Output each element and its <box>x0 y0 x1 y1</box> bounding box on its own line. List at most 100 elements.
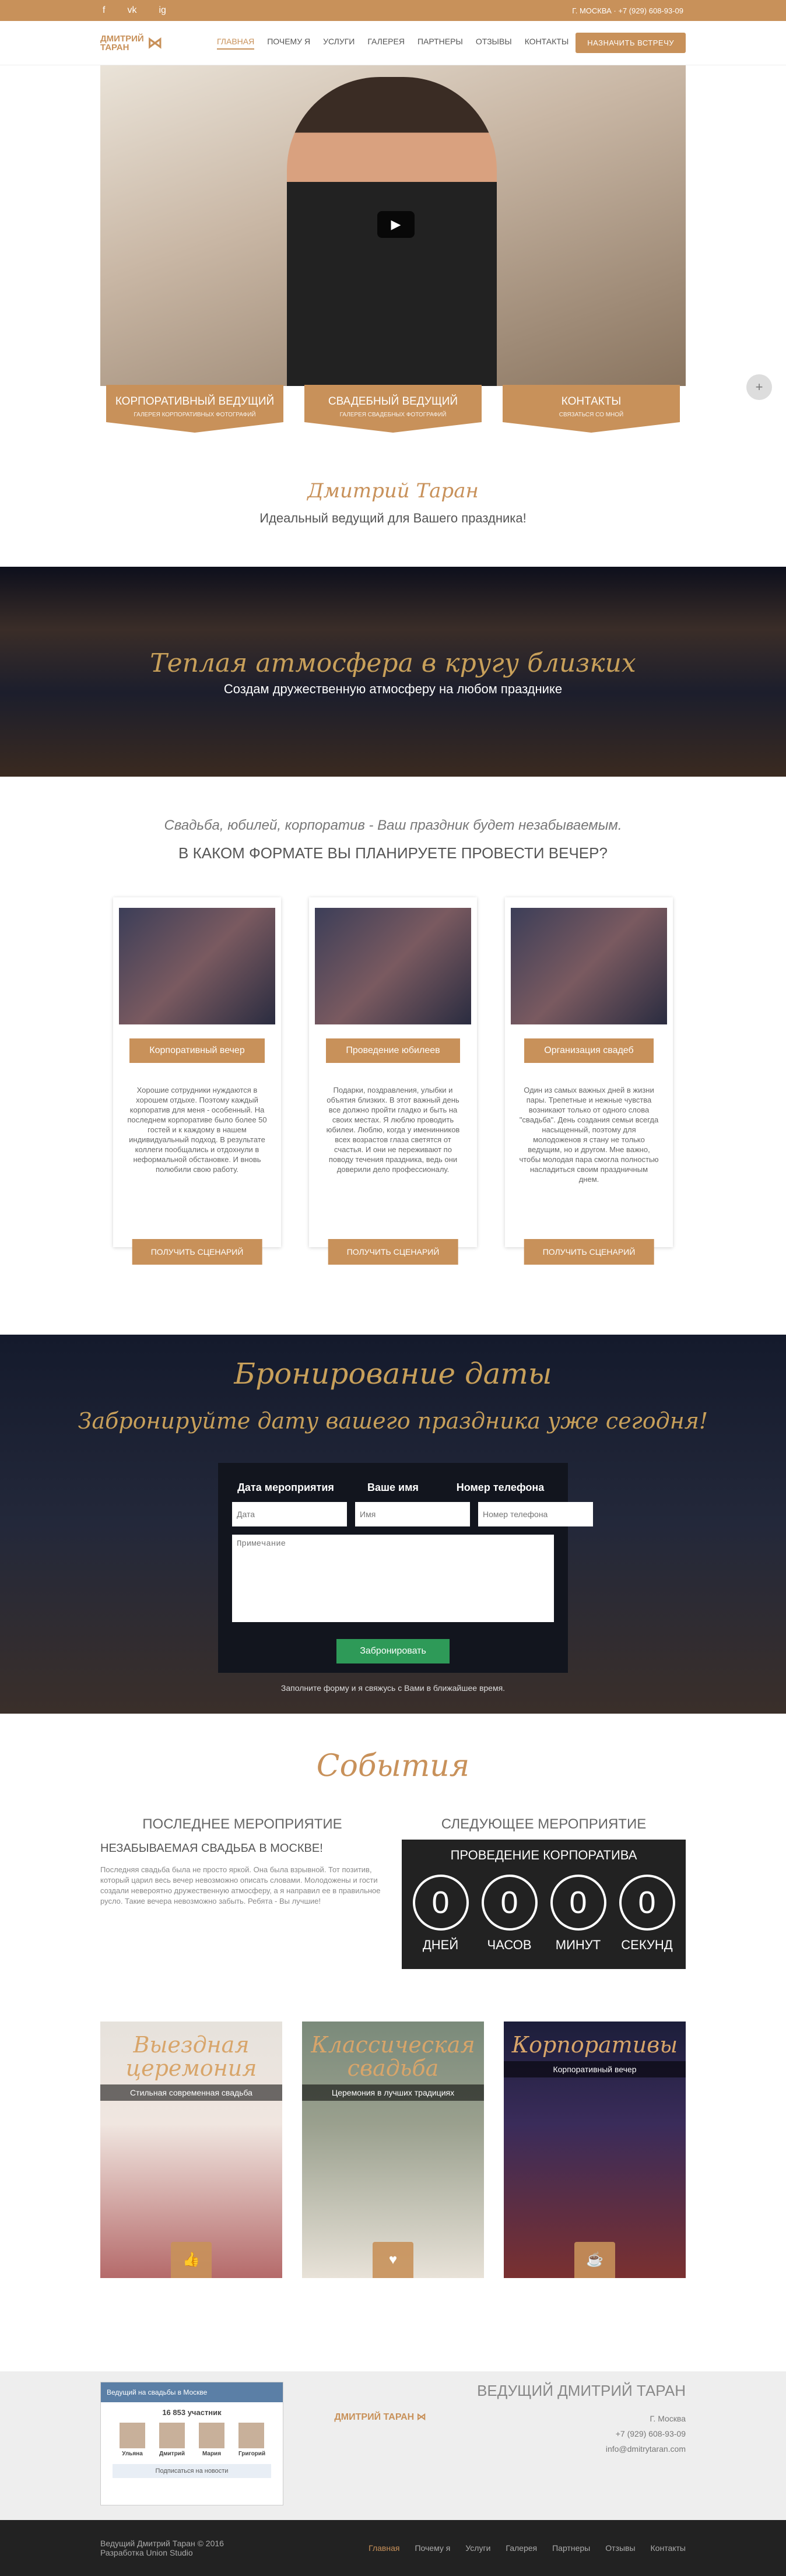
tab-sub: ГАЛЕРЕЯ КОРПОРАТИВНЫХ ФОТОГРАФИЙ <box>134 412 256 418</box>
vk-widget: Ведущий на свадьбы в Москве 16 853 участ… <box>100 2382 283 2505</box>
tab-corporate[interactable]: КОРПОРАТИВНЫЙ ВЕДУЩИЙ ГАЛЕРЕЯ КОРПОРАТИВН… <box>106 385 283 433</box>
last-event-text: Последняя свадьба была не просто яркой. … <box>100 1865 381 1905</box>
copyright-text: Ведущий Дмитрий Таран © 2016 <box>100 2539 224 2548</box>
main-nav: ДМИТРИЙ ТАРАН ⋈ ГЛАВНАЯ ПОЧЕМУ Я УСЛУГИ Г… <box>0 21 786 65</box>
intro: Дмитрий Таран Идеальный ведущий для Ваше… <box>0 433 786 567</box>
vk-title[interactable]: Ведущий на свадьбы в Москве <box>101 2382 283 2402</box>
vk-avatars: Ульяна Дмитрий Мария Григорий <box>101 2423 283 2457</box>
avatar[interactable]: Мария <box>199 2423 224 2457</box>
atmosphere-subtitle: Создам дружественную атмосферу на любом … <box>223 682 563 696</box>
format-cards: Корпоративный вечер Хорошие сотрудники н… <box>0 897 786 1265</box>
countdown-days: 0 ДНЕЙ <box>412 1875 470 1953</box>
tab-contacts[interactable]: КОНТАКТЫ СВЯЗАТЬСЯ СО МНОЙ <box>503 385 680 433</box>
developer-link[interactable]: Разработка Union Studio <box>100 2548 224 2557</box>
card-text: Хорошие сотрудники нуждаются в хорошем о… <box>127 1086 267 1174</box>
menu-item-reviews[interactable]: ОТЗЫВЫ <box>476 37 512 50</box>
thumbs-up-icon[interactable]: 👍 <box>171 2242 212 2278</box>
gallery-subtitle: Стильная современная свадьба <box>100 2084 282 2101</box>
menu-item-services[interactable]: УСЛУГИ <box>323 37 355 50</box>
appointment-button[interactable]: НАЗНАЧИТЬ ВСТРЕЧУ <box>576 33 686 53</box>
vk-subscribe-button[interactable]: Подписаться на новости <box>113 2464 271 2478</box>
card-button[interactable]: Корпоративный вечер <box>129 1038 265 1063</box>
gallery-subtitle: Церемония в лучших традициях <box>302 2084 484 2101</box>
bottom-menu-partners[interactable]: Партнеры <box>552 2543 590 2553</box>
name-label: Ваше имя <box>367 1482 419 1493</box>
date-label: Дата мероприятия <box>237 1482 334 1493</box>
vk-icon[interactable]: vk <box>127 5 136 16</box>
countdown-value: 0 <box>550 1875 606 1931</box>
get-script-button[interactable]: ПОЛУЧИТЬ СЦЕНАРИЙ <box>328 1239 458 1265</box>
menu-item-why[interactable]: ПОЧЕМУ Я <box>267 37 310 50</box>
card-photo <box>511 908 667 1024</box>
card-photo <box>315 908 471 1024</box>
avatar-name: Ульяна <box>122 2451 143 2457</box>
logo-line1: ДМИТРИЙ <box>334 2412 381 2422</box>
get-script-button[interactable]: ПОЛУЧИТЬ СЦЕНАРИЙ <box>132 1239 262 1265</box>
get-script-button[interactable]: ПОЛУЧИТЬ СЦЕНАРИЙ <box>524 1239 654 1265</box>
name-field[interactable] <box>355 1502 470 1526</box>
logo[interactable]: ДМИТРИЙ ТАРАН ⋈ <box>100 34 217 52</box>
bowtie-icon: ⋈ <box>147 34 163 51</box>
avatar[interactable]: Ульяна <box>120 2423 145 2457</box>
facebook-icon[interactable]: f <box>103 5 105 16</box>
hero-video[interactable]: ▶ <box>100 65 686 386</box>
bottom-menu-home[interactable]: Главная <box>369 2543 399 2553</box>
menu-item-partners[interactable]: ПАРТНЕРЫ <box>417 37 463 50</box>
form-inputs <box>232 1502 593 1526</box>
date-field[interactable] <box>232 1502 347 1526</box>
booking-subtitle: Забронируйте дату вашего праздника уже с… <box>78 1408 708 1434</box>
card-text: Подарки, поздравления, улыбки и объятия … <box>326 1086 460 1174</box>
bottom-menu-reviews[interactable]: Отзывы <box>605 2543 635 2553</box>
bottom-menu: Главная Почему я Услуги Галерея Партнеры… <box>369 2543 686 2553</box>
avatar[interactable]: Дмитрий <box>159 2423 185 2457</box>
tab-sub: СВЯЗАТЬСЯ СО МНОЙ <box>559 412 624 418</box>
booking-title: Бронирование даты <box>234 1357 552 1391</box>
avatar-name: Дмитрий <box>159 2451 185 2457</box>
logo-line1: ДМИТРИЙ <box>100 33 144 44</box>
footer-logo[interactable]: ДМИТРИЙ ТАРАН ⋈ <box>334 2411 426 2423</box>
footer-email[interactable]: info@dmitrytaran.com <box>477 2444 686 2454</box>
card-button[interactable]: Проведение юбилеев <box>326 1038 460 1063</box>
cup-icon[interactable]: ☕ <box>574 2242 615 2278</box>
card-wedding: Организация свадеб Один из самых важных … <box>505 897 673 1265</box>
bottom-menu-gallery[interactable]: Галерея <box>506 2543 537 2553</box>
tab-title: КОНТАКТЫ <box>561 395 622 408</box>
gallery-card-ceremony[interactable]: Выездная церемония Стильная современная … <box>100 2022 282 2278</box>
next-event: СЛЕДУЮЩЕЕ МЕРОПРИЯТИЕ ПРОВЕДЕНИЕ КОРПОРА… <box>402 1816 686 1969</box>
avatar-name: Мария <box>202 2451 222 2457</box>
avatar[interactable]: Григорий <box>238 2423 266 2457</box>
bottom-menu-why[interactable]: Почему я <box>415 2543 450 2553</box>
menu-item-gallery[interactable]: ГАЛЕРЕЯ <box>367 37 405 50</box>
event-gallery: Выездная церемония Стильная современная … <box>100 2022 686 2278</box>
formats-tagline: Свадьба, юбилей, корпоратив - Ваш праздн… <box>164 817 622 833</box>
gallery-card-corporate[interactable]: Корпоративы Корпоративный вечер ☕ <box>504 2022 686 2278</box>
atmosphere-title: Теплая атмосфера в кругу близких <box>150 648 636 678</box>
last-event-title: НЕЗАБЫВАЕМАЯ СВАДЬБА В МОСКВЕ! <box>100 1842 323 1855</box>
play-icon[interactable]: ▶ <box>377 211 415 238</box>
card-text: Один из самых важных дней в жизни пары. … <box>519 1086 659 1184</box>
card-anniversary: Проведение юбилеев Подарки, поздравления… <box>309 897 477 1265</box>
countdown-minutes: 0 МИНУТ <box>549 1875 608 1953</box>
bottom-menu-contacts[interactable]: Контакты <box>651 2543 686 2553</box>
countdown-label: СЕКУНД <box>621 1938 673 1952</box>
hero-tabs: КОРПОРАТИВНЫЙ ВЕДУЩИЙ ГАЛЕРЕЯ КОРПОРАТИВН… <box>100 385 686 433</box>
menu-item-home[interactable]: ГЛАВНАЯ <box>217 37 255 50</box>
instagram-icon[interactable]: ig <box>159 5 166 16</box>
countdown-box: ПРОВЕДЕНИЕ КОРПОРАТИВА 0 ДНЕЙ 0 ЧАСОВ 0 МИН… <box>402 1840 686 1969</box>
avatar-name: Григорий <box>238 2451 266 2457</box>
phone-field[interactable] <box>478 1502 593 1526</box>
bottom-menu-services[interactable]: Услуги <box>465 2543 490 2553</box>
menu-item-contacts[interactable]: КОНТАКТЫ <box>525 37 569 50</box>
last-event: ПОСЛЕДНЕЕ МЕРОПРИЯТИЕ НЕЗАБЫВАЕМАЯ СВАДЬ… <box>100 1816 384 1969</box>
gallery-title: Выездная церемония <box>125 2032 257 2081</box>
gallery-card-classic[interactable]: Классическая свадьба Церемония в лучших … <box>302 2022 484 2278</box>
logo-line2: ТАРАН <box>100 42 129 52</box>
tab-wedding[interactable]: СВАДЕБНЫЙ ВЕДУЩИЙ ГАЛЕРЕЯ СВАДЕБНЫХ ФОТОГ… <box>304 385 482 433</box>
comment-field[interactable] <box>232 1535 554 1622</box>
heart-icon[interactable]: ♥ <box>373 2242 413 2278</box>
plus-icon[interactable]: + <box>746 374 772 400</box>
card-button[interactable]: Организация свадеб <box>524 1038 654 1063</box>
footer-phone[interactable]: +7 (929) 608-93-09 <box>477 2429 686 2438</box>
book-button[interactable]: Забронировать <box>336 1639 450 1663</box>
top-bar: f vk ig Г. МОСКВА · +7 (929) 608-93-09 <box>0 0 786 21</box>
